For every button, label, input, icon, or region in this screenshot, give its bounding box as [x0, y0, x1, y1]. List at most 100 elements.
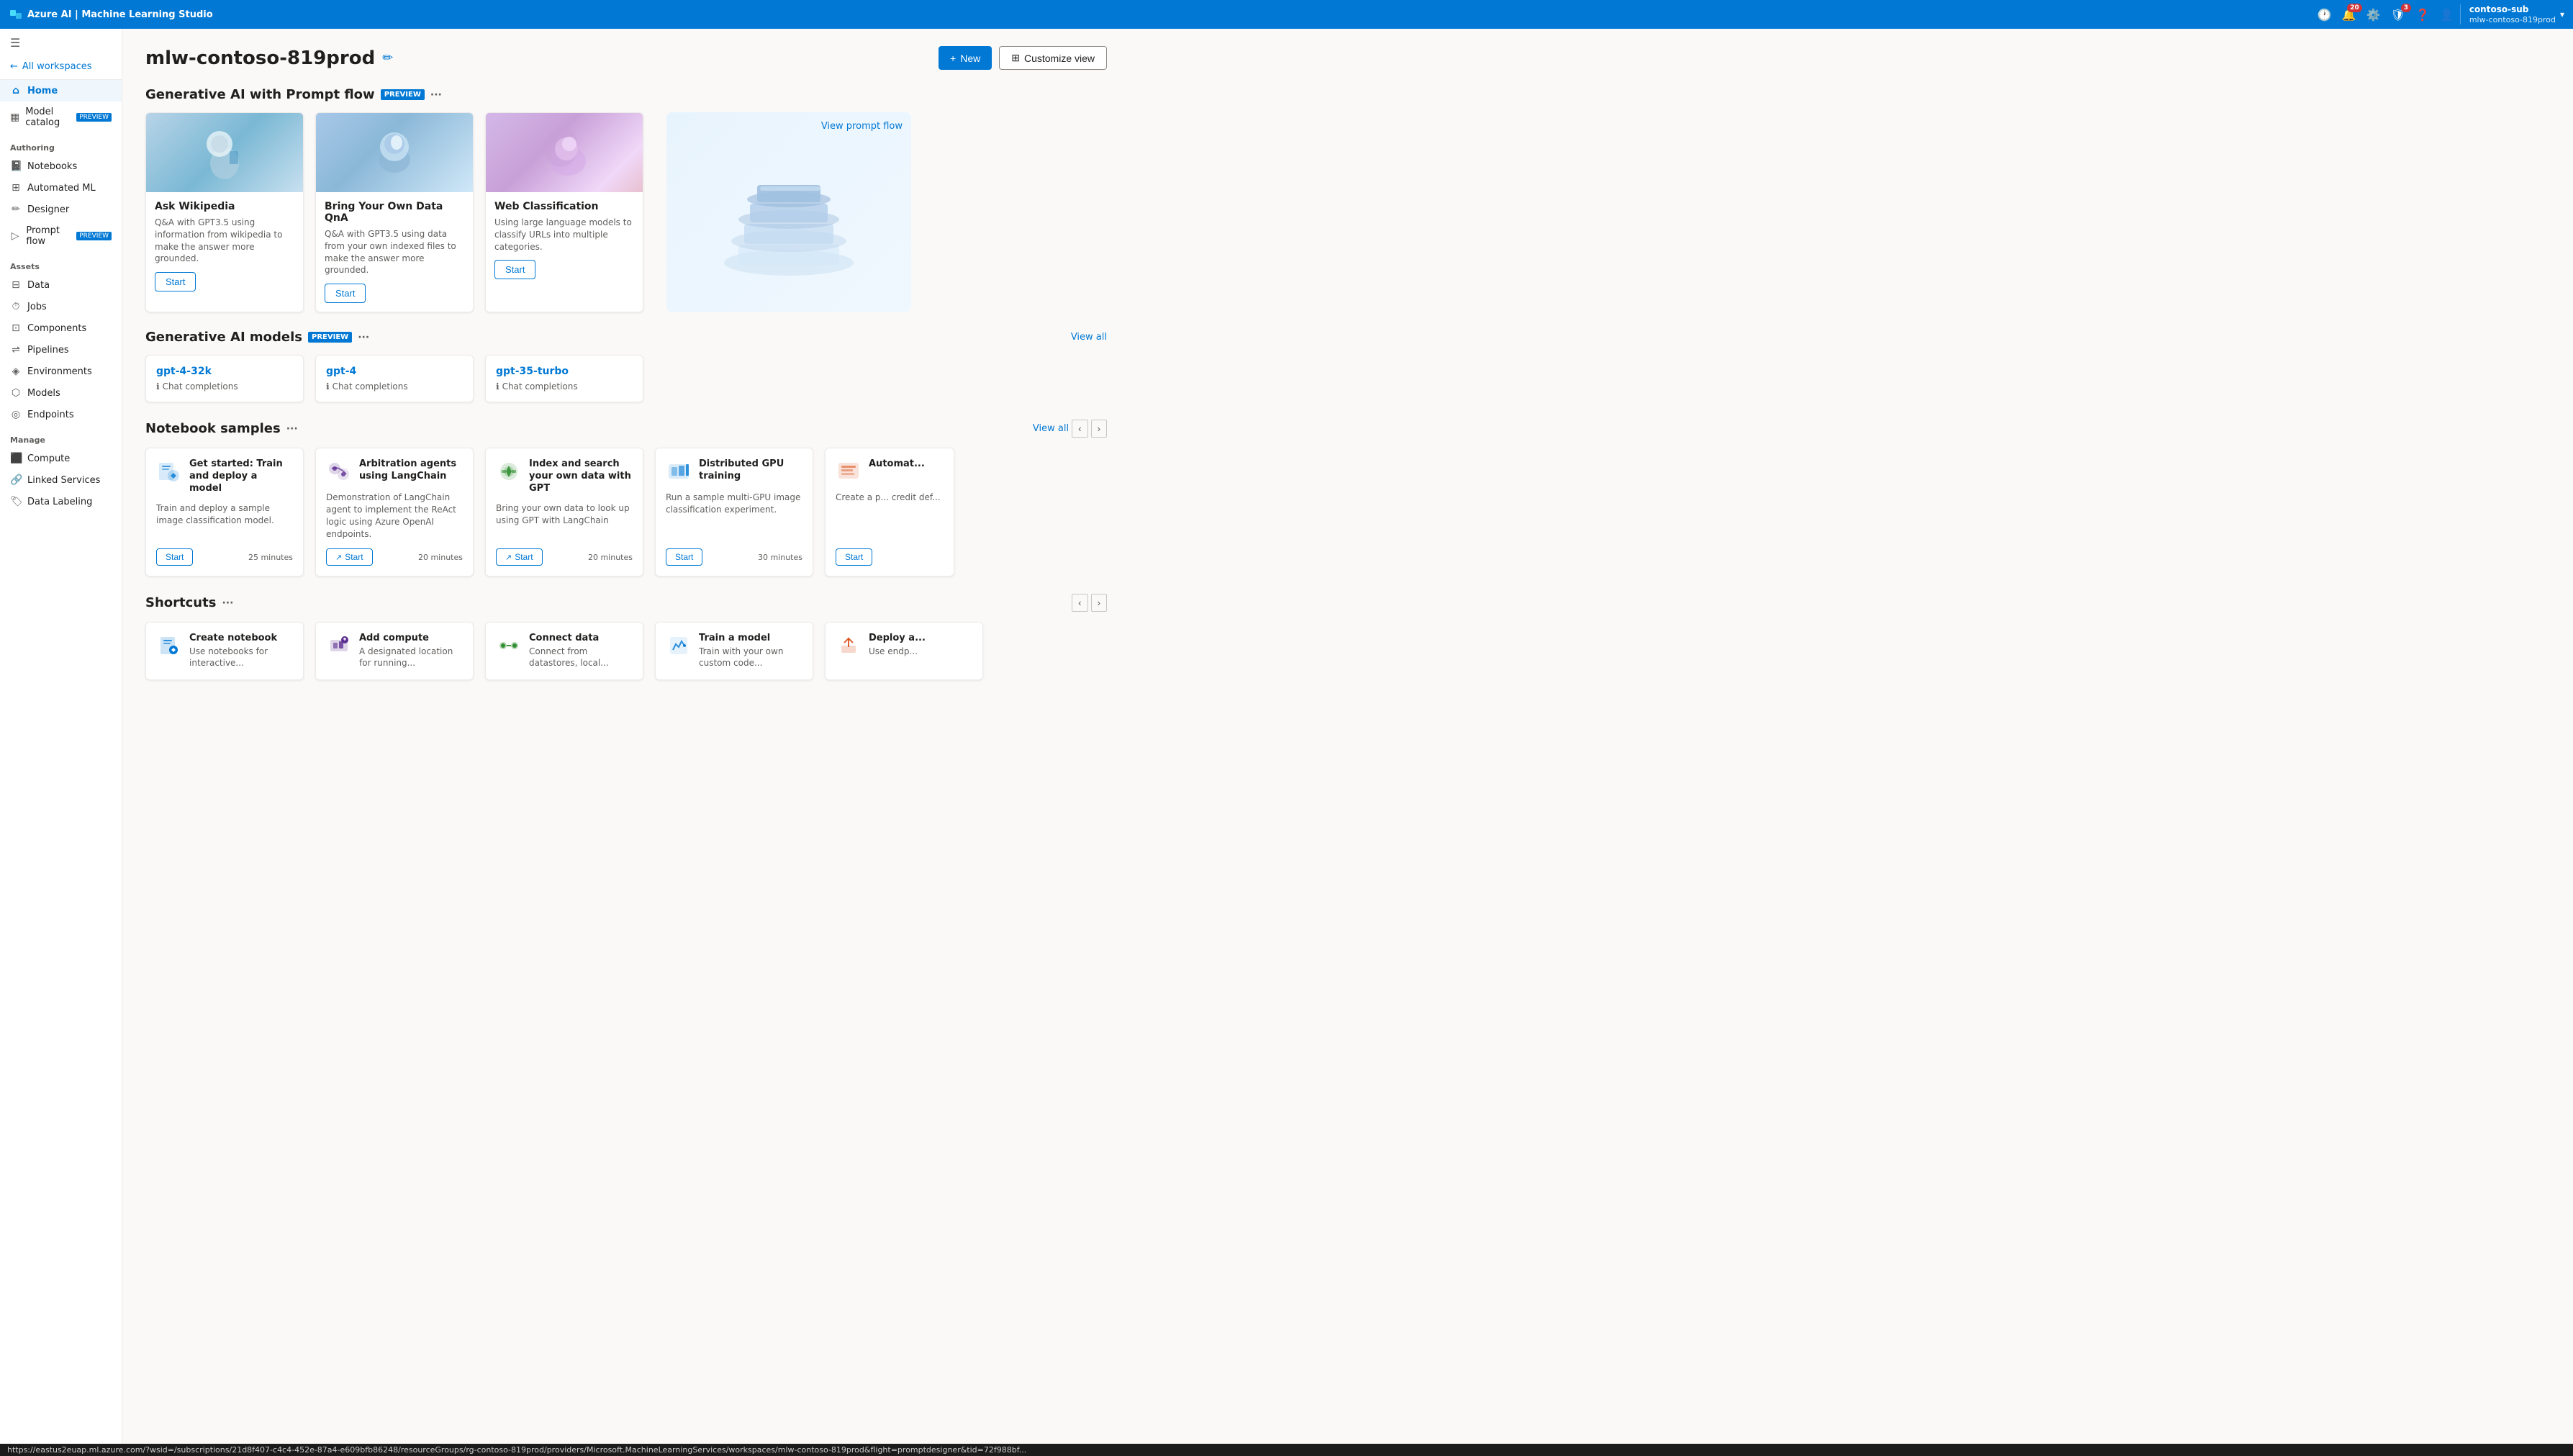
sidebar-item-data[interactable]: ⊟ Data	[0, 274, 122, 296]
notebook-card-0-desc: Train and deploy a sample image classifi…	[156, 502, 293, 541]
models-icon: ⬡	[10, 387, 22, 399]
user-chevron-icon: ▾	[2560, 9, 2564, 19]
notebook-icon-1	[326, 458, 352, 484]
notebook-3-duration: 30 minutes	[758, 553, 802, 562]
web-classification-image	[486, 113, 643, 192]
model-type-icon-2: ℹ	[496, 381, 499, 392]
notebook-more-button[interactable]: ···	[286, 423, 298, 435]
sidebar-item-endpoints[interactable]: ◎ Endpoints	[0, 404, 122, 425]
user-workspace-name: mlw-contoso-819prod	[2469, 15, 2556, 24]
model-card-gpt-35-turbo[interactable]: gpt-35-turbo ℹ Chat completions	[485, 355, 643, 402]
sidebar-item-automated-ml[interactable]: ⊞ Automated ML	[0, 177, 122, 199]
notebook-3-start-button[interactable]: Start	[666, 548, 702, 566]
notebook-card-4-desc: Create a p... credit def...	[836, 492, 944, 540]
settings-icon[interactable]: ⚙️	[2366, 8, 2381, 22]
notebook-card-4-footer: Start	[836, 548, 944, 566]
byod-card[interactable]: Bring Your Own Data QnA Q&A with GPT3.5 …	[315, 112, 474, 312]
clock-icon[interactable]: 🕐	[2317, 8, 2332, 22]
notebook-card-2[interactable]: Index and search your own data with GPT …	[485, 448, 643, 576]
user-circle-icon[interactable]: 👤	[2440, 8, 2454, 22]
notebook-0-start-button[interactable]: Start	[156, 548, 193, 566]
topbar: Azure AI | Machine Learning Studio 🕐 🔔 2…	[0, 0, 2573, 29]
sidebar-item-models[interactable]: ⬡ Models	[0, 382, 122, 404]
notebook-card-0[interactable]: Get started: Train and deploy a model Tr…	[145, 448, 304, 576]
jobs-icon: ⏱	[10, 301, 22, 312]
sidebar-item-pipelines[interactable]: ⇌ Pipelines	[0, 339, 122, 361]
all-workspaces-link[interactable]: ← All workspaces	[0, 57, 122, 80]
notebook-4-start-button[interactable]: Start	[836, 548, 872, 566]
generative-ai-more-button[interactable]: ···	[430, 89, 442, 101]
web-classification-card[interactable]: Web Classification Using large language …	[485, 112, 643, 312]
notebook-card-2-header: Index and search your own data with GPT	[496, 458, 633, 495]
sidebar-item-compute[interactable]: ⬛ Compute	[0, 448, 122, 469]
model-name-gpt-4: gpt-4	[326, 366, 463, 377]
compute-icon: ⬛	[10, 453, 22, 464]
shortcut-connect-data[interactable]: Connect data Connect from datastores, lo…	[485, 622, 643, 679]
notebook-icon-2	[496, 458, 522, 484]
shortcuts-next-button[interactable]: ›	[1091, 594, 1107, 612]
sidebar-item-designer[interactable]: ✏ Designer	[0, 199, 122, 220]
model-catalog-preview-badge: PREVIEW	[76, 113, 112, 122]
sidebar-item-linked-services[interactable]: 🔗 Linked Services	[0, 469, 122, 491]
ai-models-section-header: Generative AI models PREVIEW ··· View al…	[145, 330, 1107, 345]
sidebar-item-components[interactable]: ⊡ Components	[0, 317, 122, 339]
pipelines-icon: ⇌	[10, 344, 22, 356]
sidebar-item-model-catalog[interactable]: ▦ Model catalog PREVIEW	[0, 101, 122, 133]
notebook-2-start-button[interactable]: ↗ Start	[496, 548, 543, 566]
model-type-icon-1: ℹ	[326, 381, 330, 392]
sidebar-item-notebooks[interactable]: 📓 Notebooks	[0, 155, 122, 177]
app-logo: Azure AI | Machine Learning Studio	[9, 7, 213, 22]
web-classification-start-button[interactable]: Start	[494, 260, 535, 279]
user-profile[interactable]: contoso-sub mlw-contoso-819prod ▾	[2460, 4, 2564, 24]
notebook-samples-section: Notebook samples ··· View all ‹ ›	[145, 420, 1107, 576]
connect-data-title: Connect data	[529, 633, 633, 643]
notebook-card-3-desc: Run a sample multi-GPU image classificat…	[666, 492, 802, 540]
notebook-1-start-button[interactable]: ↗ Start	[326, 548, 373, 566]
webclass-art	[539, 124, 589, 181]
sidebar-item-prompt-flow[interactable]: ▷ Prompt flow PREVIEW	[0, 220, 122, 252]
automated-ml-icon: ⊞	[10, 182, 22, 194]
customize-view-button[interactable]: ⊞ Customize view	[999, 46, 1107, 70]
notebook-1-duration: 20 minutes	[418, 553, 463, 562]
help-icon[interactable]: ❓	[2415, 8, 2430, 22]
sidebar-item-data-labeling[interactable]: 🏷 Data Labeling	[0, 491, 122, 512]
notebook-card-4[interactable]: Automat... Create a p... credit def... S…	[825, 448, 954, 576]
ai-models-more-button[interactable]: ···	[358, 332, 369, 343]
alerts-icon[interactable]: 🛡 3	[2391, 8, 2405, 22]
view-prompt-flow-link[interactable]: View prompt flow	[821, 121, 903, 132]
hamburger-menu-button[interactable]: ☰	[0, 29, 122, 57]
ask-wikipedia-card[interactable]: Ask Wikipedia Q&A with GPT3.5 using info…	[145, 112, 304, 312]
notebooks-icon: 📓	[10, 160, 22, 172]
sidebar-item-home[interactable]: ⌂ Home	[0, 80, 122, 101]
data-icon: ⊟	[10, 279, 22, 291]
new-button[interactable]: + New	[939, 46, 992, 70]
shortcuts-more-button[interactable]: ···	[222, 597, 233, 609]
shortcut-train-model[interactable]: Train a model Train with your own custom…	[655, 622, 813, 679]
ask-wikipedia-start-button[interactable]: Start	[155, 272, 196, 291]
external-link-icon: ↗	[335, 553, 342, 562]
notebook-view-all-link[interactable]: View all	[1033, 423, 1069, 434]
sidebar-item-jobs[interactable]: ⏱ Jobs	[0, 296, 122, 317]
shortcuts-prev-button[interactable]: ‹	[1072, 594, 1087, 612]
model-card-gpt-4-32k[interactable]: gpt-4-32k ℹ Chat completions	[145, 355, 304, 402]
notebook-next-button[interactable]: ›	[1091, 420, 1107, 438]
ai-models-view-all-link[interactable]: View all	[1071, 332, 1107, 343]
byod-image	[316, 113, 473, 192]
edit-title-button[interactable]: ✏	[382, 50, 393, 65]
shortcut-deploy[interactable]: Deploy a... Use endp...	[825, 622, 983, 679]
notebook-card-3[interactable]: Distributed GPU training Run a sample mu…	[655, 448, 813, 576]
plus-icon: +	[950, 53, 956, 64]
notebook-card-1[interactable]: Arbitration agents using LangChain Demon…	[315, 448, 474, 576]
notifications-icon[interactable]: 🔔 20	[2342, 8, 2356, 22]
page-title: mlw-contoso-819prod ✏	[145, 48, 393, 69]
notebook-card-3-footer: Start 30 minutes	[666, 548, 802, 566]
generative-ai-section: Generative AI with Prompt flow PREVIEW ·…	[145, 87, 1107, 312]
notebook-prev-button[interactable]: ‹	[1072, 420, 1087, 438]
sidebar-item-environments[interactable]: ◈ Environments	[0, 361, 122, 382]
ai-models-title: Generative AI models PREVIEW ···	[145, 330, 369, 345]
byod-start-button[interactable]: Start	[325, 284, 366, 303]
shortcut-add-compute[interactable]: Add compute A designated location for ru…	[315, 622, 474, 679]
shortcut-create-notebook[interactable]: Create notebook Use notebooks for intera…	[145, 622, 304, 679]
notebook-samples-section-header: Notebook samples ··· View all ‹ ›	[145, 420, 1107, 438]
model-card-gpt-4[interactable]: gpt-4 ℹ Chat completions	[315, 355, 474, 402]
